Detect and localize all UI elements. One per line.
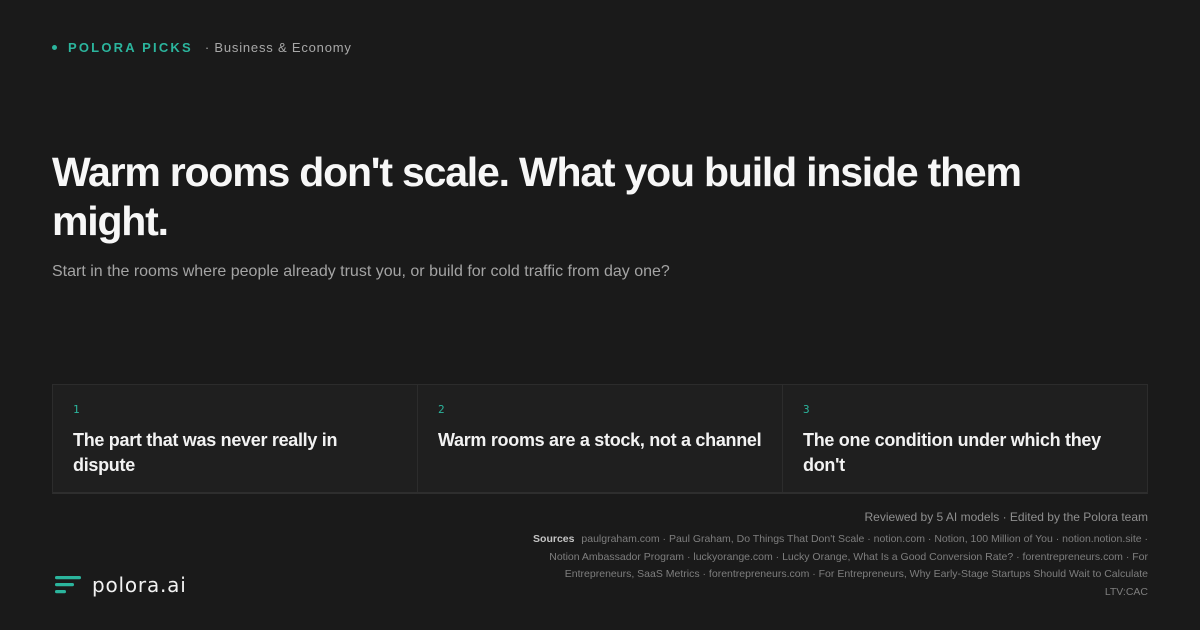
og-card: POLORA PICKS · Business & Economy Warm r…	[0, 0, 1200, 630]
key-point-title: The one condition under which they don't	[803, 430, 1101, 475]
kicker-brand: POLORA PICKS	[68, 40, 193, 55]
sources-text: paulgraham.com · Paul Graham, Do Things …	[549, 533, 1148, 598]
logo: polora.ai	[55, 573, 187, 597]
kicker: POLORA PICKS · Business & Economy	[52, 40, 352, 55]
key-point-card: 3 The one condition under which they don…	[783, 385, 1147, 492]
key-point-card: 2 Warm rooms are a stock, not a channel	[418, 385, 783, 492]
key-point-title: Warm rooms are a stock, not a channel	[438, 430, 762, 450]
sources-list: Sources paulgraham.com · Paul Graham, Do…	[528, 531, 1148, 601]
kicker-category: · Business & Economy	[204, 40, 352, 55]
polora-logo-icon	[55, 576, 81, 594]
key-point-number: 1	[73, 403, 80, 416]
key-point-card: 1 The part that was never really in disp…	[53, 385, 418, 492]
headline: Warm rooms don't scale. What you build i…	[52, 149, 1022, 244]
key-point-number: 2	[438, 403, 445, 416]
key-point-number: 3	[803, 403, 810, 416]
key-points: 1 The part that was never really in disp…	[52, 384, 1148, 494]
key-point-title: The part that was never really in disput…	[73, 430, 338, 475]
sources-label: Sources	[533, 533, 575, 545]
logo-text: polora.ai	[92, 573, 187, 597]
review-note: Reviewed by 5 AI models · Edited by the …	[864, 510, 1148, 524]
subhead: Start in the rooms where people already …	[52, 263, 670, 280]
accent-dot-icon	[52, 45, 57, 50]
